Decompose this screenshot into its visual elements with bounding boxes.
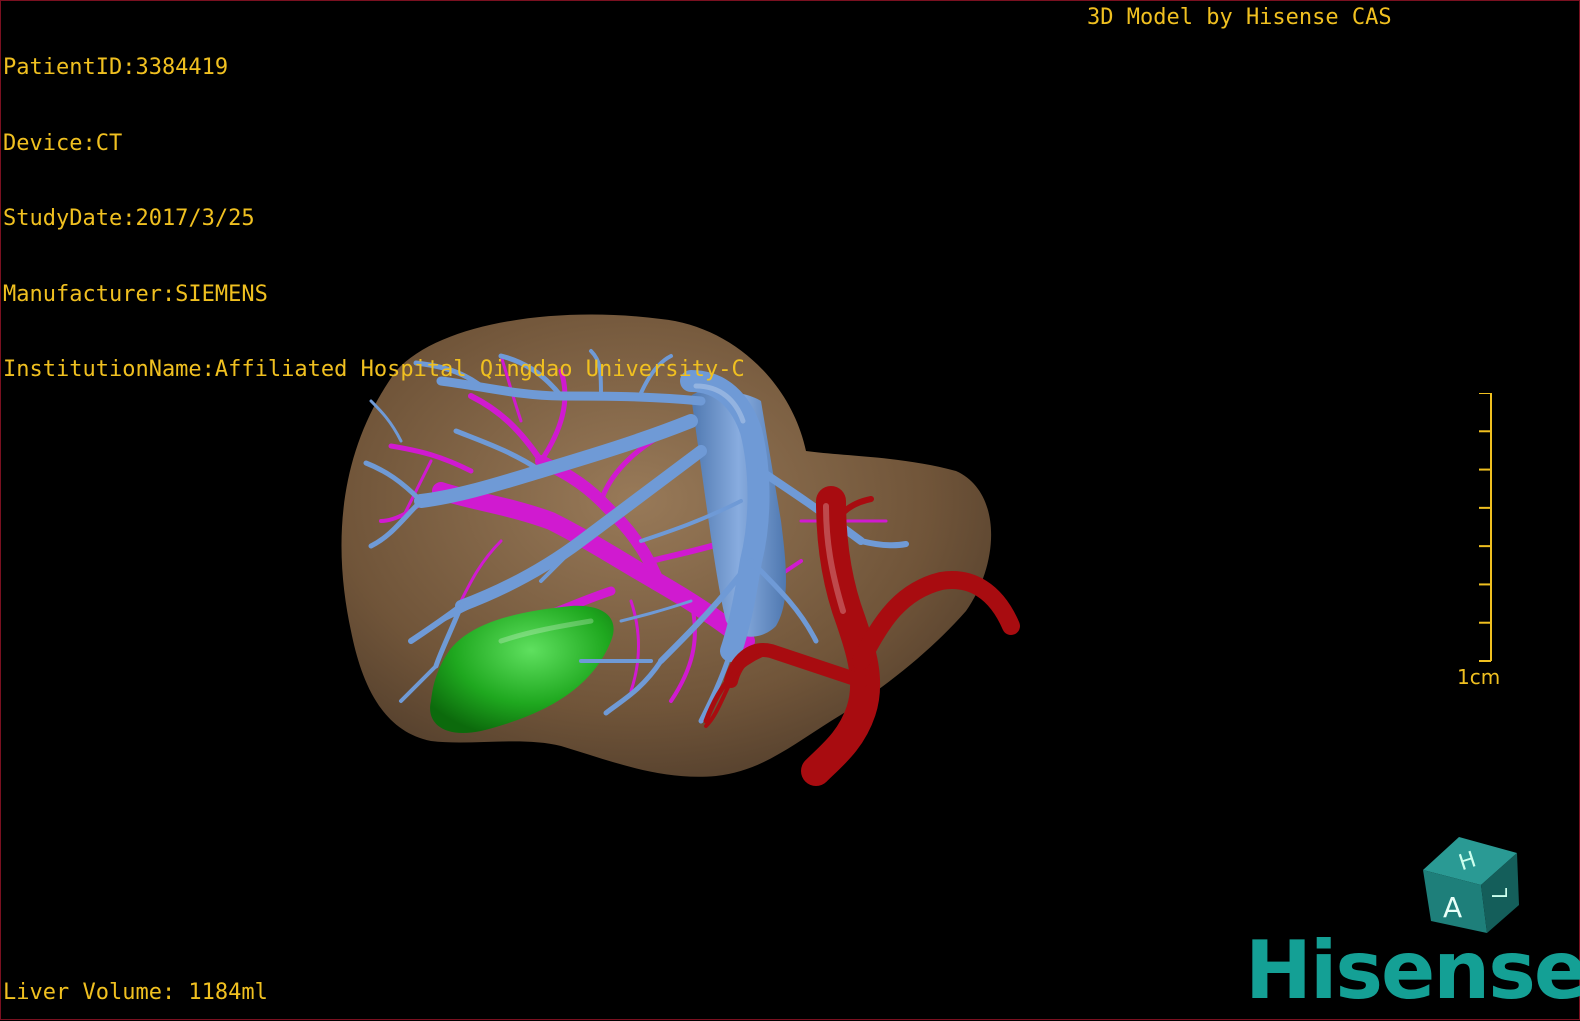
scale-label: 1cm: [1457, 665, 1501, 689]
dicom-metadata: PatientID:3384419 Device:CT StudyDate:20…: [3, 5, 745, 433]
manufacturer: Manufacturer:SIEMENS: [3, 281, 268, 307]
hisense-logo: Hisense: [1245, 924, 1580, 1017]
cube-label-a: A: [1443, 891, 1462, 924]
cube-label-l: L: [1488, 887, 1512, 899]
study-date: StudyDate:2017/3/25: [3, 206, 255, 231]
device: Device:CT: [3, 130, 123, 156]
institution-name: InstitutionName:Affiliated Hospital Qing…: [3, 357, 745, 382]
scale-bar: [1479, 393, 1492, 662]
patient-id: PatientID:3384419: [3, 55, 229, 80]
3d-viewport[interactable]: PatientID:3384419 Device:CT StudyDate:20…: [0, 0, 1580, 1020]
liver-volume: Liver Volume: 1184ml: [3, 980, 268, 1005]
model-title: 3D Model by Hisense CAS: [1087, 5, 1392, 30]
